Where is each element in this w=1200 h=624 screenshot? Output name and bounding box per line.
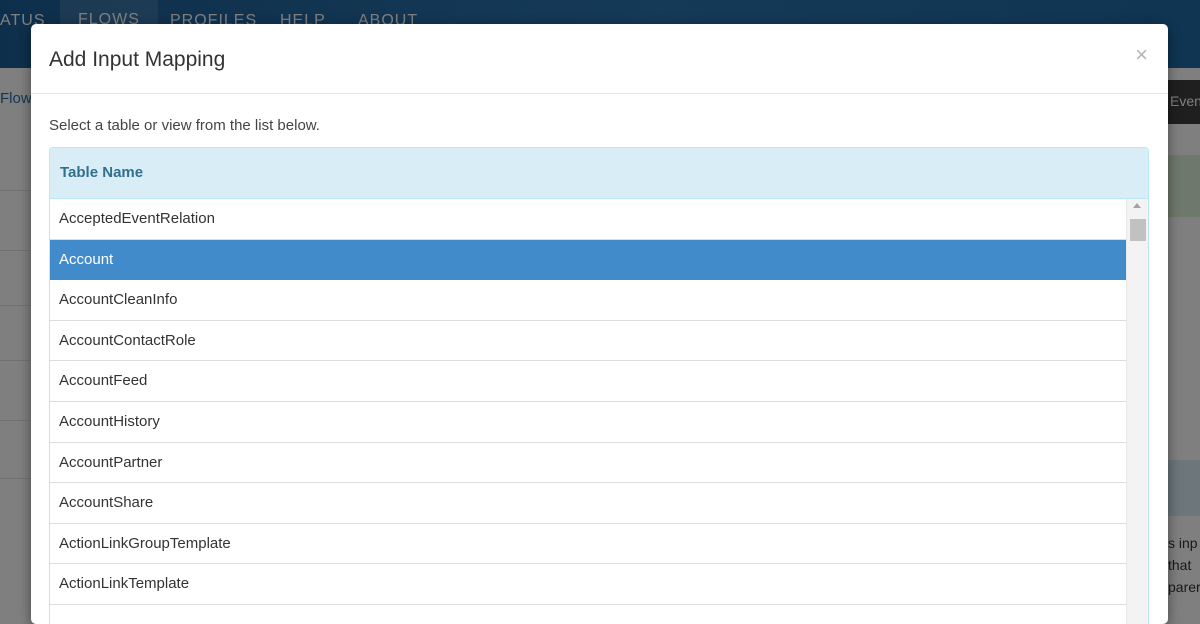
instruction-text: Select a table or view from the list bel…	[49, 117, 320, 134]
table-row-selected[interactable]: Account	[50, 239, 1126, 281]
table-list: AcceptedEventRelation Account AccountClean…	[50, 199, 1126, 605]
table-row[interactable]: AccountPartner	[50, 443, 1126, 484]
table-row[interactable]: AcceptedEventRelation	[50, 199, 1126, 240]
table-list-panel: Table Name AcceptedEventRelation Account A…	[49, 147, 1149, 624]
table-name-header: Table Name	[50, 148, 1148, 199]
table-row[interactable]: AccountCleanInfo	[50, 280, 1126, 321]
list-scrollbar[interactable]	[1126, 199, 1148, 624]
modal-title: Add Input Mapping	[49, 48, 226, 71]
modal-header: Add Input Mapping ×	[31, 24, 1168, 94]
table-row[interactable]: ActionLinkGroupTemplate	[50, 524, 1126, 565]
table-row[interactable]: AccountContactRole	[50, 321, 1126, 362]
scroll-thumb[interactable]	[1130, 219, 1146, 241]
table-row[interactable]: AccountFeed	[50, 361, 1126, 402]
table-row[interactable]: AccountShare	[50, 483, 1126, 524]
scroll-up-arrow-icon[interactable]	[1133, 203, 1141, 208]
add-input-mapping-dialog: Add Input Mapping × Select a table or vi…	[31, 24, 1168, 624]
table-row[interactable]: ActionLinkTemplate	[50, 564, 1126, 605]
table-row[interactable]: AccountHistory	[50, 402, 1126, 443]
close-icon[interactable]: ×	[1135, 42, 1148, 68]
